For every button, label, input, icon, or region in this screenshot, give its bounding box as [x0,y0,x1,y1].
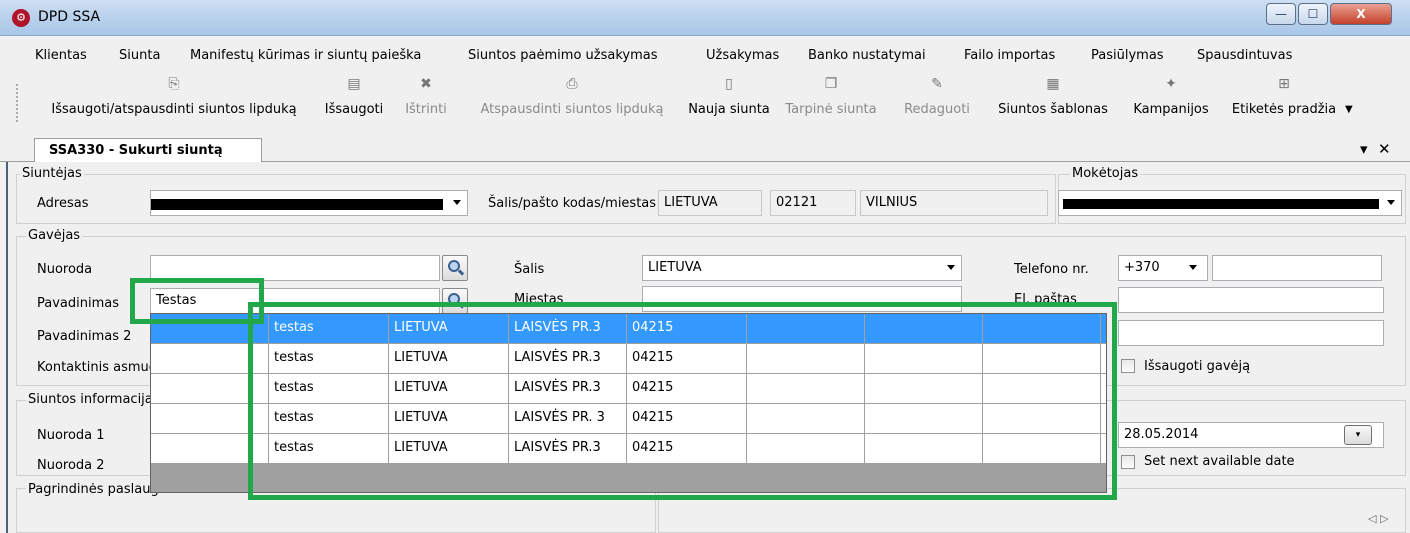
shipment-info-legend: Siuntos informacija [26,392,155,407]
redacted-payer [1063,199,1379,209]
save-recipient-checkbox[interactable] [1121,359,1135,373]
recipient-name2-label: Pavadinimas 2 [37,329,132,344]
sender-country-field: LIETUVA [658,190,762,216]
menu-file-import[interactable]: Failo importas [964,48,1055,63]
calendar-dropdown-icon[interactable]: ▾ [1344,425,1372,445]
campaigns-button[interactable]: ✦ Kampanijos [1123,76,1219,117]
window-left-border [6,162,8,533]
new-document-icon: ▯ [725,76,733,92]
edit-button[interactable]: ✎ Redaguoti [884,76,990,117]
sender-postcode-field: 02121 [770,190,856,216]
recipient-country-select[interactable]: LIETUVA [642,255,962,281]
intermediate-shipment-button[interactable]: ❐ Tarpinė siunta [779,76,883,117]
chevron-down-icon [947,265,955,270]
save-recipient-label: Išsaugoti gavėją [1144,359,1251,374]
sender-address-select[interactable] [150,190,468,216]
menu-printer[interactable]: Spausdintuvas [1197,48,1292,63]
printer-icon: ⎙ [566,76,578,92]
delete-button[interactable]: ✖ Ištrinti [395,76,457,117]
sender-legend: Siuntėjas [20,166,84,181]
sender-location-label: Šalis/pašto kodas/miestas [488,196,657,211]
scroll-arrows-icon[interactable]: ◁ ▷ [1368,512,1388,525]
tab-close-icon[interactable]: ✕ [1378,140,1391,158]
save-button[interactable]: ▤ Išsaugoti [319,76,389,117]
highlight-suggestions [248,302,1117,500]
maximize-button[interactable]: ☐ [1298,3,1328,25]
chevron-down-icon [1387,200,1395,205]
chevron-down-icon [1189,265,1197,270]
save-print-label-button[interactable]: ⎘ Išsaugoti/atspausdinti siuntos lipduką [36,76,312,117]
print-label-button[interactable]: ⎙ Atspausdinti siuntos lipduką [464,76,680,117]
shipment-ref2-label: Nuoroda 2 [37,458,105,473]
delete-x-icon: ✖ [420,76,432,92]
recipient-contact-label: Kontaktinis asmuo [37,360,150,375]
minimize-button[interactable]: — [1266,3,1296,25]
sender-city-field: VILNIUS [860,190,1048,216]
shipment-template-button[interactable]: ▦ Siuntos šablonas [991,76,1115,117]
chevron-down-icon [453,200,461,205]
save-print-icon: ⎘ [168,76,180,92]
sender-address-label: Adresas [37,196,89,211]
menu-offer[interactable]: Pasiūlymas [1091,48,1164,63]
template-icon: ▦ [1046,76,1060,92]
menu-pickup-order[interactable]: Siuntos paėmimo užsakymas [468,48,658,63]
window-title: DPD SSA [38,9,101,25]
grid-icon: ⊞ [1278,76,1290,92]
recipient-extra-input[interactable] [1118,320,1384,346]
toolbar-overflow-icon[interactable]: ▼ [1345,104,1353,115]
menu-order[interactable]: Užsakymas [706,48,779,63]
menu-siunta[interactable]: Siunta [119,48,160,63]
menu-manifest[interactable]: Manifestų kūrimas ir siuntų paieška [190,48,421,63]
redacted-sender-address [151,199,443,210]
recipient-country-label: Šalis [514,262,545,277]
dpd-app-icon: ⚙ [12,9,30,27]
toolbar-grip[interactable] [16,84,20,122]
tab-bar: SSA330 - Sukurti siuntą ▾ ✕ [0,138,1410,162]
floppy-icon: ▤ [347,76,361,92]
toolbar: ⎘ Išsaugoti/atspausdinti siuntos lipduką… [0,76,1410,132]
close-window-button[interactable]: X [1330,3,1392,25]
phone-prefix-select[interactable]: +370 [1118,255,1208,281]
email-input[interactable] [1118,287,1384,313]
new-shipment-button[interactable]: ▯ Nauja siunta [684,76,774,117]
recipient-name-label: Pavadinimas [37,296,119,311]
title-bar: ⚙ DPD SSA — ☐ X [0,0,1410,36]
menu-klientas[interactable]: Klientas [35,48,87,63]
tab-list-dropdown-icon[interactable]: ▾ [1360,140,1368,158]
phone-number-input[interactable] [1212,255,1382,281]
next-date-label: Set next available date [1144,454,1295,469]
payer-select[interactable] [1058,190,1402,216]
reference-search-button[interactable] [442,255,468,281]
menu-bar: Klientas Siunta Manifestų kūrimas ir siu… [0,44,1410,70]
recipient-legend: Gavėjas [26,228,83,243]
label-start-button[interactable]: ⊞ Etiketės pradžia [1225,76,1343,117]
magic-wand-icon: ✦ [1165,76,1177,92]
pencil-icon: ✎ [931,76,943,92]
shipment-ref1-label: Nuoroda 1 [37,428,105,443]
payer-legend: Mokėtojas [1070,166,1141,181]
phone-label: Telefono nr. [1014,262,1089,277]
menu-bank-settings[interactable]: Banko nustatymai [808,48,926,63]
next-date-checkbox[interactable] [1121,455,1135,469]
recipient-reference-label: Nuoroda [37,262,93,277]
tab-create-shipment[interactable]: SSA330 - Sukurti siuntą [34,138,262,162]
highlight-name-input [130,278,264,324]
copy-icon: ❐ [824,76,838,92]
